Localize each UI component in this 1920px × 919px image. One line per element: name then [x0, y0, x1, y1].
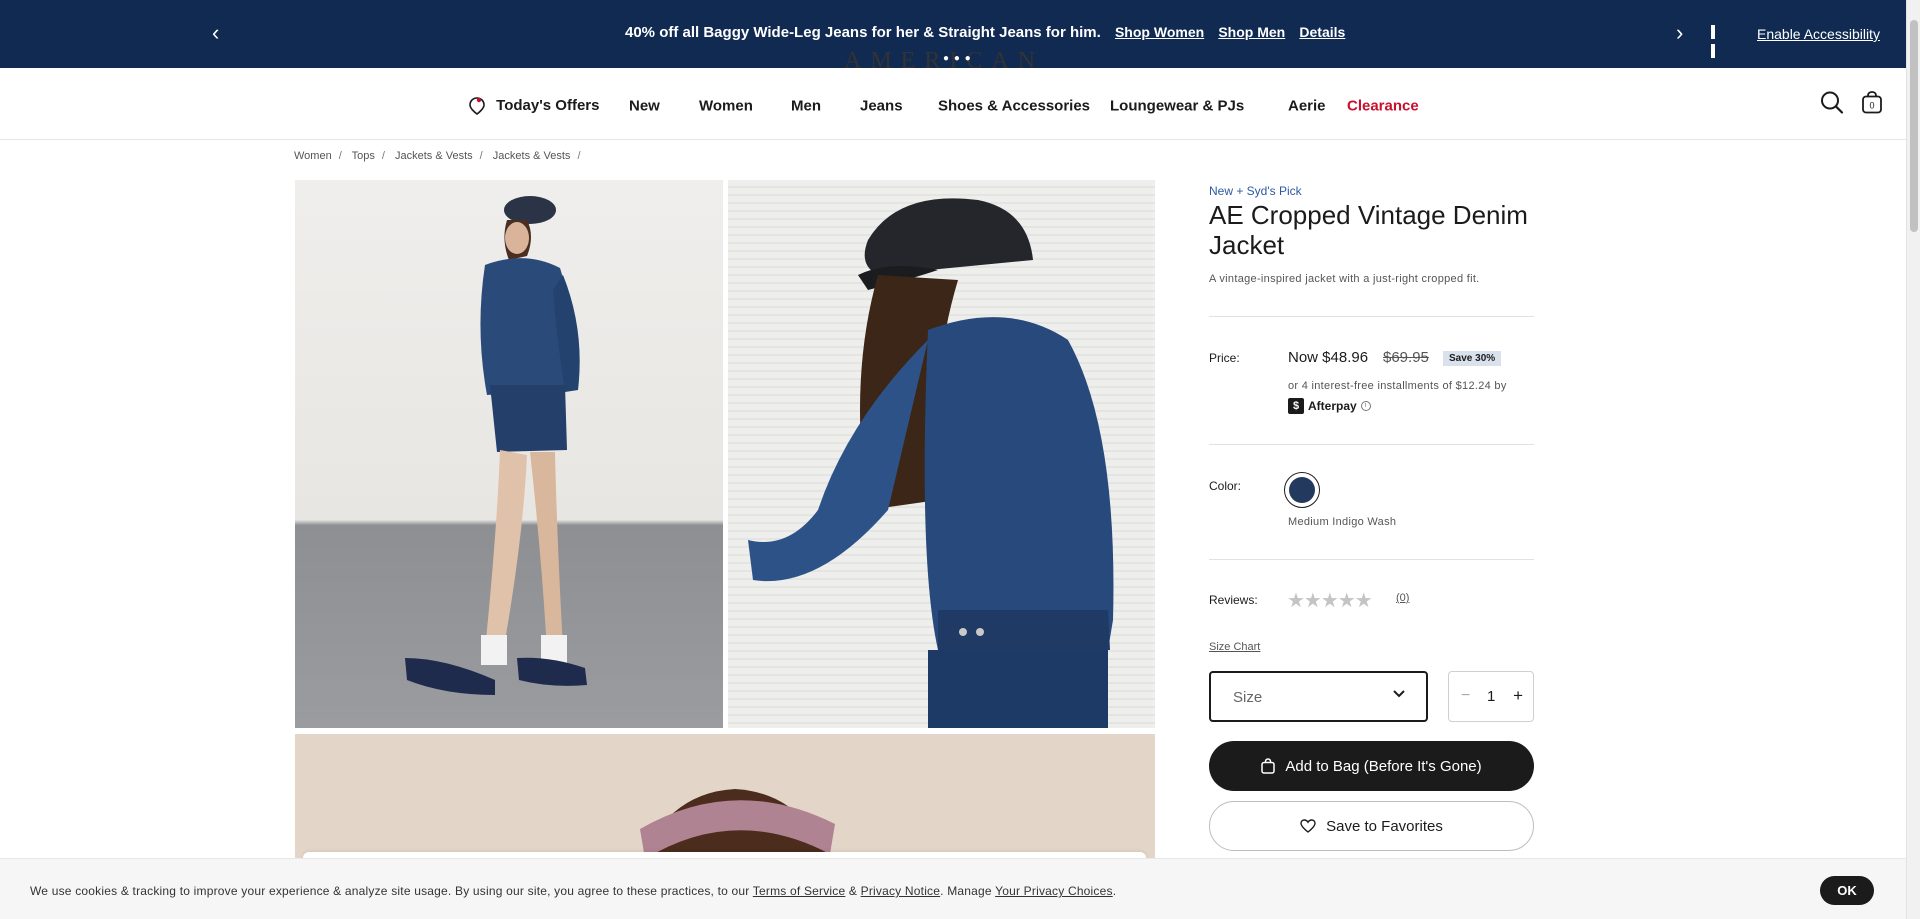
privacy-notice-link[interactable]: Privacy Notice — [861, 884, 941, 898]
cookie-text: We use cookies & tracking to improve you… — [30, 884, 1116, 898]
divider — [1209, 316, 1534, 317]
color-label: Color: — [1209, 479, 1242, 493]
promo-message-row: 40% off all Baggy Wide-Leg Jeans for her… — [625, 24, 1345, 41]
afterpay-logo-icon: $ — [1288, 398, 1304, 414]
nav-item-clearance[interactable]: Clearance — [1347, 98, 1419, 115]
nav-item-men[interactable]: Men — [791, 98, 821, 115]
add-to-bag-button[interactable]: Add to Bag (Before It's Gone) — [1209, 741, 1534, 791]
next-promo-arrow-icon[interactable]: › — [1676, 22, 1683, 44]
nav-item-shoes-accessories[interactable]: Shoes & Accessories — [938, 98, 1090, 115]
cookie-text-intro: We use cookies & tracking to improve you… — [30, 884, 753, 898]
product-image-side-view[interactable] — [295, 180, 723, 728]
size-select[interactable]: Size — [1209, 671, 1428, 722]
cookie-ok-button[interactable]: OK — [1820, 876, 1874, 905]
size-placeholder: Size — [1233, 689, 1263, 706]
afterpay-label: Afterpay — [1308, 399, 1357, 413]
price-original: $69.95 — [1383, 349, 1429, 366]
search-icon[interactable] — [1820, 91, 1844, 120]
info-icon[interactable]: i — [1360, 401, 1371, 411]
review-count-link[interactable]: (0) — [1396, 592, 1409, 604]
bag-count: 0 — [1869, 101, 1874, 111]
divider — [1209, 444, 1534, 445]
nav-item-aerie[interactable]: Aerie — [1288, 98, 1326, 115]
shop-men-link[interactable]: Shop Men — [1218, 24, 1285, 40]
breadcrumb-tops[interactable]: Tops — [352, 150, 375, 162]
breadcrumb-jackets-vests-current[interactable]: Jackets & Vests — [493, 150, 571, 162]
promo-message: 40% off all Baggy Wide-Leg Jeans for her… — [625, 24, 1101, 41]
selected-color-name: Medium Indigo Wash — [1288, 516, 1397, 528]
privacy-choices-link[interactable]: Your Privacy Choices — [995, 884, 1113, 898]
nav-item-new[interactable]: New — [629, 98, 660, 115]
increase-quantity-button[interactable]: + — [1513, 686, 1523, 706]
chevron-down-icon — [1392, 687, 1406, 706]
nav-item-jeans[interactable]: Jeans — [860, 98, 903, 115]
previous-promo-arrow-icon[interactable]: ‹ — [212, 22, 219, 44]
pause-icon[interactable] — [1711, 25, 1723, 58]
afterpay-row[interactable]: $ Afterpay i — [1288, 398, 1371, 414]
cookie-text-manage: . Manage — [940, 884, 996, 898]
page-scrollbar[interactable] — [1906, 0, 1920, 919]
breadcrumb-women[interactable]: Women — [294, 150, 332, 162]
main-nav: Today's Offers New Women Men Jeans Shoes… — [0, 68, 1920, 140]
decrease-quantity-button[interactable]: − — [1461, 687, 1470, 705]
product-image-back-view[interactable] — [728, 180, 1155, 728]
cookie-banner: We use cookies & tracking to improve you… — [0, 858, 1906, 919]
nav-item-women[interactable]: Women — [699, 98, 753, 115]
reviews-label: Reviews: — [1209, 593, 1258, 607]
add-to-bag-label: Add to Bag (Before It's Gone) — [1285, 757, 1482, 775]
swatch-fill — [1289, 477, 1315, 503]
carousel-dots-icon: ● ● ● — [943, 53, 972, 64]
divider — [1209, 559, 1534, 560]
cookie-text-amp: & — [845, 884, 861, 898]
product-title: AE Cropped Vintage Denim Jacket — [1209, 200, 1528, 260]
breadcrumb: Women / Tops / Jackets & Vests / Jackets & … — [294, 150, 581, 162]
nav-item-todays-offers[interactable]: Today's Offers — [468, 96, 600, 116]
product-description: A vintage-inspired jacket with a just-ri… — [1209, 273, 1480, 285]
terms-of-service-link[interactable]: Terms of Service — [753, 884, 846, 898]
size-chart-link[interactable]: Size Chart — [1209, 641, 1260, 653]
cookie-text-end: . — [1112, 884, 1117, 898]
breadcrumb-jackets-vests[interactable]: Jackets & Vests — [395, 150, 473, 162]
save-to-favorites-button[interactable]: Save to Favorites — [1209, 801, 1534, 851]
price-label: Price: — [1209, 351, 1240, 365]
tag-icon — [469, 97, 485, 115]
shopping-bag-icon[interactable]: 0 — [1861, 91, 1883, 120]
quantity-value: 1 — [1487, 688, 1496, 705]
promo-details-link[interactable]: Details — [1299, 24, 1345, 40]
product-tagline: New + Syd's Pick — [1209, 184, 1302, 198]
bag-icon — [1261, 758, 1276, 774]
price-now: Now $48.96 — [1288, 349, 1369, 366]
nav-item-loungewear-pjs[interactable]: Loungewear & PJs — [1110, 98, 1244, 115]
shop-women-link[interactable]: Shop Women — [1115, 24, 1204, 40]
rating-stars-icon: ★★★★★ — [1287, 590, 1373, 612]
save-badge: Save 30% — [1443, 351, 1502, 366]
quantity-stepper: − 1 + — [1448, 671, 1534, 722]
color-swatch-medium-indigo-wash[interactable] — [1284, 472, 1320, 508]
enable-accessibility-link[interactable]: Enable Accessibility — [1757, 26, 1880, 42]
nav-item-label: Today's Offers — [496, 96, 600, 114]
heart-icon — [1300, 819, 1316, 833]
scrollbar-thumb[interactable] — [1910, 20, 1918, 232]
installments-text: or 4 interest-free installments of $12.2… — [1288, 380, 1507, 392]
save-to-favorites-label: Save to Favorites — [1326, 817, 1443, 835]
